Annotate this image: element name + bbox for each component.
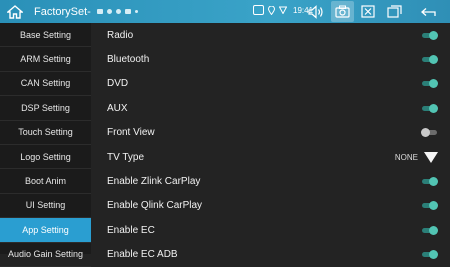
notification-icon	[134, 10, 138, 13]
badge-icon	[253, 5, 264, 15]
settings-sidebar: Base Setting ARM Setting CAN Setting DSP…	[0, 23, 91, 267]
zlink-carplay-toggle[interactable]	[421, 177, 438, 187]
notification-icons	[96, 9, 138, 14]
setting-label: TV Type	[107, 151, 145, 163]
back-button[interactable]	[418, 1, 438, 22]
sidebar-item-ui-setting[interactable]: UI Setting	[0, 194, 91, 219]
recent-apps-icon	[386, 5, 402, 18]
screenshot-button[interactable]	[331, 1, 354, 22]
sidebar-item-label: DSP Setting	[21, 102, 70, 113]
setting-label: AUX	[107, 102, 128, 114]
sidebar-item-touch-setting[interactable]: Touch Setting	[0, 121, 91, 145]
setting-row-radio[interactable]: Radio	[91, 23, 450, 47]
sidebar-item-label: Boot Anim	[24, 176, 67, 187]
setting-label: Radio	[107, 29, 134, 41]
sidebar-item-base-setting[interactable]: Base Setting	[0, 23, 91, 48]
volume-icon	[308, 4, 323, 19]
setting-label: Front View	[107, 127, 155, 139]
dropdown-triangle-icon	[424, 151, 438, 163]
tv-type-dropdown[interactable]: NONE	[394, 151, 438, 163]
sidebar-item-arm-setting[interactable]: ARM Setting	[0, 47, 91, 72]
notification-icon	[106, 9, 112, 14]
sidebar-item-label: UI Setting	[25, 200, 66, 211]
close-window-button[interactable]	[359, 1, 377, 22]
system-status: 19:41	[253, 5, 313, 15]
volume-button[interactable]	[307, 1, 325, 22]
sidebar-item-logo-setting[interactable]: Logo Setting	[0, 145, 91, 170]
location-icon	[268, 5, 275, 15]
tv-type-value: NONE	[394, 152, 418, 162]
sidebar-item-label: CAN Setting	[20, 78, 71, 89]
setting-row-tv-type[interactable]: TV Type NONE	[91, 145, 450, 169]
setting-row-front-view[interactable]: Front View	[91, 121, 450, 145]
recent-apps-button[interactable]	[385, 1, 403, 22]
setting-row-dvd[interactable]: DVD	[91, 72, 450, 96]
setting-label: Enable EC	[107, 224, 155, 236]
ec-adb-toggle[interactable]	[421, 250, 438, 260]
camera-icon	[335, 5, 350, 18]
setting-label: Bluetooth	[107, 54, 150, 66]
setting-row-enable-zlink-carplay[interactable]: Enable Zlink CarPlay	[91, 169, 450, 193]
notification-icon	[96, 9, 103, 14]
notification-icon	[115, 9, 121, 14]
aux-toggle[interactable]	[421, 103, 438, 113]
sidebar-item-app-setting[interactable]: App Setting	[0, 218, 91, 243]
setting-label: Enable Qlink CarPlay	[107, 200, 203, 212]
signal-icon	[279, 6, 287, 14]
setting-row-enable-ec[interactable]: Enable EC	[91, 218, 450, 242]
setting-row-enable-ec-adb[interactable]: Enable EC ADB	[91, 243, 450, 267]
radio-toggle[interactable]	[421, 30, 438, 40]
notification-icon	[124, 9, 131, 14]
back-arrow-icon	[421, 7, 436, 16]
sidebar-item-label: Audio Gain Setting	[7, 249, 84, 260]
ec-toggle[interactable]	[421, 225, 438, 235]
home-button[interactable]	[4, 0, 26, 23]
sidebar-item-can-setting[interactable]: CAN Setting	[0, 72, 91, 97]
sidebar-item-label: App Setting	[22, 224, 69, 235]
setting-row-aux[interactable]: AUX	[91, 96, 450, 120]
close-box-icon	[361, 5, 375, 18]
status-bar: FactorySet- 19:41	[0, 0, 450, 23]
front-view-toggle[interactable]	[421, 128, 438, 138]
qlink-carplay-toggle[interactable]	[421, 201, 438, 211]
app-title: FactorySet-	[34, 5, 91, 18]
sidebar-item-label: Base Setting	[19, 29, 72, 40]
home-icon	[7, 4, 23, 19]
bluetooth-toggle[interactable]	[421, 55, 438, 65]
sidebar-item-boot-anim[interactable]: Boot Anim	[0, 169, 91, 194]
setting-row-enable-qlink-carplay[interactable]: Enable Qlink CarPlay	[91, 194, 450, 218]
sidebar-item-label: Logo Setting	[20, 151, 71, 162]
dvd-toggle[interactable]	[421, 79, 438, 89]
setting-label: Enable Zlink CarPlay	[107, 176, 201, 188]
sidebar-item-dsp-setting[interactable]: DSP Setting	[0, 96, 91, 121]
app-settings-list: Radio Bluetooth DVD AUX Front View TV Ty…	[91, 23, 450, 260]
sidebar-item-audio-gain-setting[interactable]: Audio Gain Setting	[0, 243, 91, 267]
sidebar-item-label: ARM Setting	[20, 54, 71, 65]
setting-row-bluetooth[interactable]: Bluetooth	[91, 47, 450, 71]
setting-label: DVD	[107, 78, 129, 90]
setting-label: Enable EC ADB	[107, 249, 178, 261]
sidebar-item-label: Touch Setting	[18, 127, 73, 138]
